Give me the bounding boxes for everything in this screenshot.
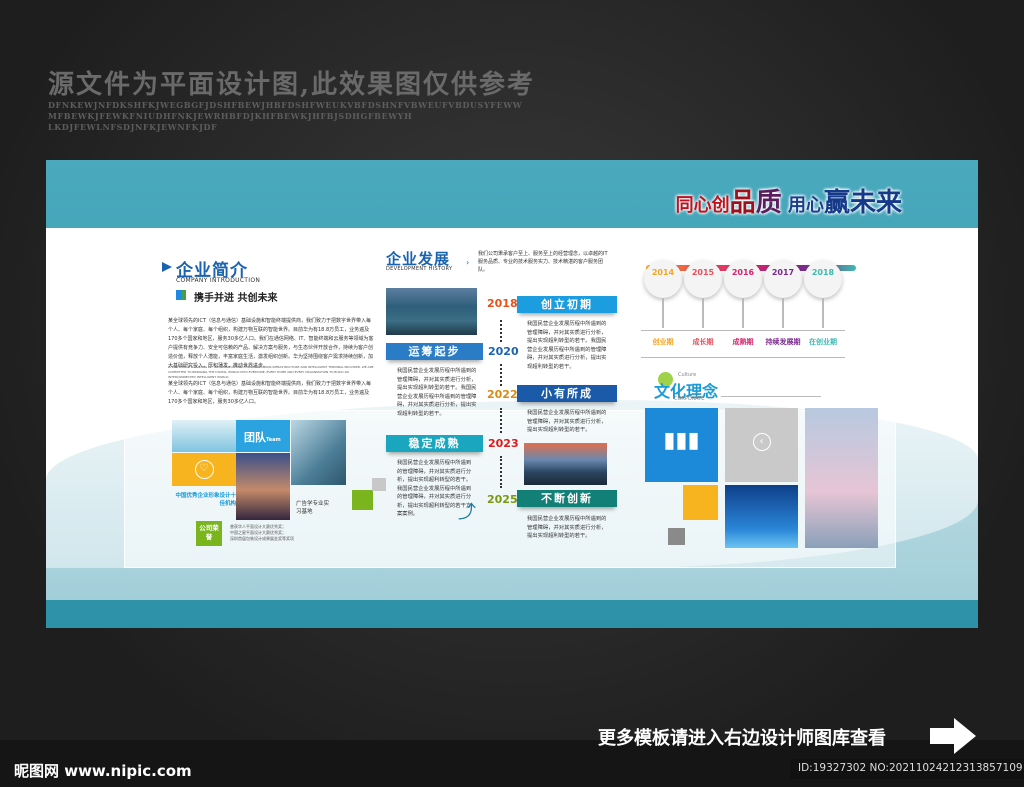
display-board: 同心创品质 用心赢未来 企业简介 COMPANY INTRODUCTION 携手…	[46, 160, 978, 628]
more-templates-text[interactable]: 更多模板请进入右边设计师图库查看	[598, 724, 886, 750]
stage-circle: 2014	[644, 260, 682, 298]
arrow-icon	[162, 262, 172, 272]
stage-label: 创业期	[641, 330, 685, 358]
gray-square	[372, 478, 386, 491]
watermark-line: DFNKEWJNFDKSHFKJWEGBGFJDSHFBEWJHBFDSHFWE…	[48, 100, 523, 110]
stage-label: 成长期	[681, 330, 725, 358]
stage-label: 成熟期	[721, 330, 765, 358]
chart-tile: ▮▮▮	[645, 408, 718, 482]
stage-label: 创立初期	[517, 296, 617, 313]
stage-text: 我国民营企业发展历程中所遇到的管理障碍，并对其实质进行分析，提出实现超利转型的若…	[527, 321, 607, 370]
stage-connector	[822, 298, 824, 328]
stage-label: 在创业期	[801, 330, 845, 358]
stage-connector	[742, 298, 744, 328]
site-logo[interactable]: 昵图网 www.nipic.com	[14, 760, 192, 781]
intro-body: 某全球领先的ICT（信息与通信）基础设施和智能终端提供商，我们致力于把数字世界带…	[168, 318, 374, 369]
team-label: 团队	[244, 431, 266, 444]
windows-logo-icon	[176, 290, 186, 300]
image-id: ID:19327302 NO:20211024212313857109	[790, 759, 1024, 779]
stage-connector	[782, 298, 784, 328]
award-text: 中国优秀企业形象设计十佳机构	[175, 493, 236, 507]
year-2025: 2025	[487, 493, 518, 506]
stage-label: 小有所成	[517, 385, 617, 402]
building-photo	[291, 420, 346, 485]
timeline-dots	[500, 456, 502, 488]
slogan-part: 用心	[781, 195, 824, 216]
stage-label: 持续发展期	[761, 330, 805, 358]
stage-text: 我国民营企业发展历程中所遇到的管理障碍，并对其实质进行分析，提出实现超利转型的若…	[527, 516, 607, 539]
year-2023: 2023	[488, 437, 519, 450]
lake-photo	[386, 288, 477, 335]
year-2022: 2022	[487, 388, 518, 401]
stage-label: 不断创新	[517, 490, 617, 507]
team-tile: 团队Team	[236, 420, 290, 452]
heart-tile: ♡	[172, 453, 236, 486]
timeline-dots	[500, 408, 502, 433]
stage-circle: 2015	[684, 260, 722, 298]
stage-label: 稳定成熟	[386, 435, 483, 452]
chevron-left-icon: ‹	[752, 433, 771, 451]
bar-chart-icon: ▮▮▮	[663, 428, 700, 453]
gray-square	[668, 528, 685, 545]
history-desc: 我们公司秉承客户至上、服务至上的经营理念，以卓越的IT服务品质、专业的技术服务实…	[478, 251, 608, 273]
stage-text: 我国民营企业发展历程中所遇到的管理障碍，并对其实质进行分析，提出实现超利转型的若…	[527, 410, 607, 433]
watermark-line: MFBEWKJFEWKFNIUDHFNKJEWRHBFDJKHFBEWKJHFB…	[48, 111, 413, 121]
timeline-dots	[500, 364, 502, 386]
growth-arrow-icon: ⤴	[458, 502, 476, 523]
history-subtitle: DEVELOPMENT HISTORY	[386, 266, 453, 272]
slogan-part: 赢未来	[823, 188, 902, 218]
watermark-line: LKDJFEWLNFSDJNFKJEWNFKJDF	[48, 122, 218, 132]
tower-photo	[805, 408, 878, 548]
culture-en-bottom: CORPORATE	[674, 396, 705, 402]
heart-icon: ♡	[194, 460, 214, 479]
base-text: 广告学专业实习基地	[296, 501, 330, 515]
year-2018: 2018	[487, 297, 518, 310]
honor-tile: 公司荣誉	[196, 521, 222, 546]
stage-connector	[702, 298, 704, 328]
night-city-photo	[236, 453, 290, 520]
honor-item: 深圳首届包装设计成果展金奖等奖项	[230, 536, 294, 541]
blue-city-photo	[725, 485, 798, 548]
green-square	[352, 490, 373, 510]
intro-tagline: 携手并进 共创未来	[194, 293, 278, 304]
slogan-part: 同心创	[675, 195, 730, 216]
chevron-right-icon: ›	[466, 258, 470, 267]
intro-body-en: IS THE WORLD'S LEADING ICT INFORMATION A…	[168, 365, 374, 379]
sunset-photo	[524, 443, 607, 485]
stage-connector	[662, 298, 664, 328]
timeline-dots	[500, 320, 502, 342]
divider	[721, 396, 821, 397]
gray-tile: ‹	[725, 408, 798, 482]
stage-circle: 2017	[764, 260, 802, 298]
stage-text: 我国民营企业发展历程中所遇到的管理障碍，并对其实质进行分析，提出实现超利转型的若…	[397, 368, 477, 417]
watermark-title: 源文件为平面设计图,此效果图仅供参考	[48, 70, 536, 100]
city-illustration-tile	[172, 420, 236, 452]
year-2020: 2020	[488, 345, 519, 358]
honor-list: 曾获华人平面设计大赛优秀奖； 中国之星平面设计大赛优秀奖； 深圳首届包装设计成果…	[230, 524, 310, 542]
slogan-part: 质	[755, 188, 782, 218]
yellow-square	[683, 485, 718, 520]
slogan: 同心创品质 用心赢未来	[676, 182, 902, 219]
intro-body-2: 某全球领先的ICT（信息与通信）基础设施和智能终端提供商，我们致力于把数字世界带…	[168, 381, 372, 405]
arrow-right-icon[interactable]	[930, 718, 976, 754]
stage-label: 运筹起步	[386, 343, 483, 360]
team-label-en: Team	[266, 437, 281, 443]
slogan-part: 品	[729, 188, 756, 218]
stage-circle: 2018	[804, 260, 842, 298]
intro-subtitle: COMPANY INTRODUCTION	[176, 277, 261, 284]
stage-circle: 2016	[724, 260, 762, 298]
